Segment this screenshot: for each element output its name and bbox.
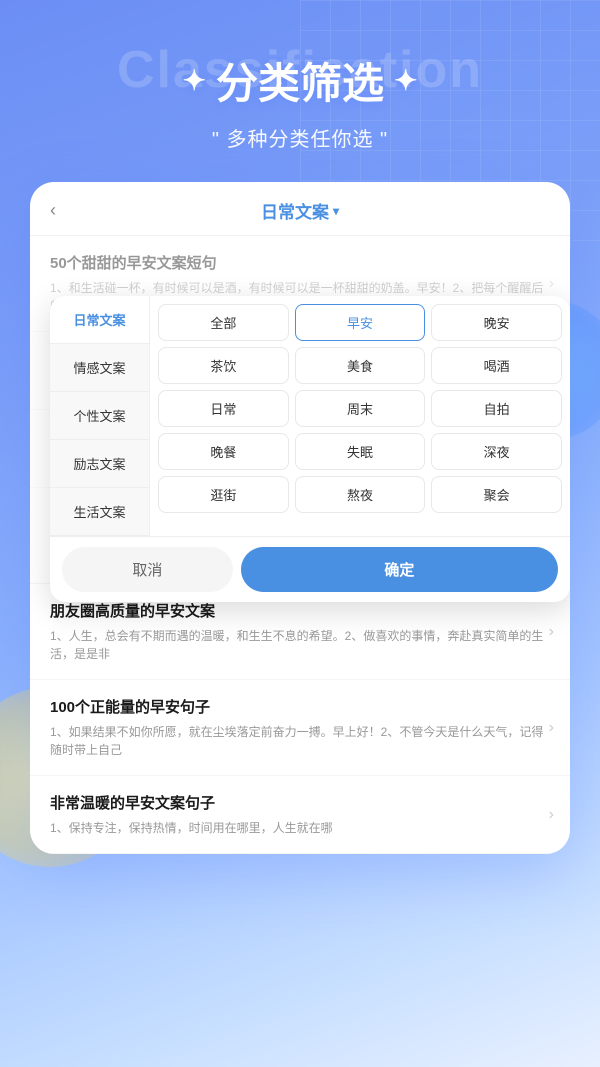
- filter-tag[interactable]: 聚会: [431, 476, 562, 513]
- filter-overlay: 日常文案情感文案个性文案励志文案生活文案 全部早安晚安茶饮美食喝酒日常周末自拍晚…: [50, 296, 570, 602]
- filter-tags-area: 全部早安晚安茶饮美食喝酒日常周末自拍晚餐失眠深夜逛街熬夜聚会: [150, 296, 570, 536]
- list-item-arrow-icon: ›: [549, 719, 554, 737]
- subtitle-text: " 多种分类任你选 ": [20, 123, 580, 152]
- list-item-title: 非常温暖的早安文案句子: [50, 792, 550, 813]
- filter-tag[interactable]: 失眠: [295, 433, 426, 470]
- filter-category-item[interactable]: 励志文案: [50, 440, 149, 488]
- filter-tag[interactable]: 自拍: [431, 390, 562, 427]
- filter-tag[interactable]: 逛街: [158, 476, 289, 513]
- cancel-button[interactable]: 取消: [62, 547, 233, 592]
- card-header: ‹ 日常文案 ▾: [30, 182, 570, 236]
- filter-tag[interactable]: 晚餐: [158, 433, 289, 470]
- back-button[interactable]: ‹: [50, 200, 56, 221]
- list-item[interactable]: 100个正能量的早安句子 1、如果结果不如你所愿，就在尘埃落定前奋力一搏。早上好…: [30, 680, 570, 776]
- filter-category-item[interactable]: 生活文案: [50, 488, 149, 536]
- filter-tag[interactable]: 美食: [295, 347, 426, 384]
- card-title-text: 日常文案: [261, 198, 329, 223]
- filter-tag[interactable]: 茶饮: [158, 347, 289, 384]
- title-text: 分类筛选: [216, 50, 384, 111]
- card-title-arrow-icon[interactable]: ▾: [333, 204, 339, 218]
- filter-tag[interactable]: 深夜: [431, 433, 562, 470]
- filter-category-item[interactable]: 情感文案: [50, 344, 149, 392]
- list-item-arrow-icon: ›: [549, 623, 554, 641]
- filter-tag[interactable]: 日常: [158, 390, 289, 427]
- filter-tag[interactable]: 全部: [158, 304, 289, 341]
- filter-body: 日常文案情感文案个性文案励志文案生活文案 全部早安晚安茶饮美食喝酒日常周末自拍晚…: [50, 296, 570, 536]
- list-item-desc: 1、如果结果不如你所愿，就在尘埃落定前奋力一搏。早上好！2、不管今天是什么天气，…: [50, 723, 550, 759]
- sparkle-right-icon: ✦: [394, 64, 417, 97]
- list-item-arrow-icon: ›: [549, 806, 554, 824]
- card-body: 50个甜甜的早安文案短句 1、和生活碰一杯，有时候可以是酒，有时候可以是一杯甜甜…: [30, 236, 570, 854]
- filter-actions: 取消 确定: [50, 536, 570, 602]
- sparkle-left-icon: ✦: [183, 64, 206, 97]
- phone-card: ‹ 日常文案 ▾ 50个甜甜的早安文案短句 1、和生活碰一杯，有时候可以是酒，有…: [30, 182, 570, 854]
- list-item-desc: 1、人生，总会有不期而遇的温暖，和生生不息的希望。2、做喜欢的事情，奔赴真实简单…: [50, 627, 550, 663]
- filter-category-item[interactable]: 日常文案: [50, 296, 149, 344]
- filter-tag[interactable]: 周末: [295, 390, 426, 427]
- confirm-button[interactable]: 确定: [241, 547, 558, 592]
- filter-tag[interactable]: 早安: [295, 304, 426, 341]
- filter-tag[interactable]: 熬夜: [295, 476, 426, 513]
- filter-tag[interactable]: 晚安: [431, 304, 562, 341]
- list-item-title: 50个甜甜的早安文案短句: [50, 252, 550, 273]
- filter-categories: 日常文案情感文案个性文案励志文案生活文案: [50, 296, 150, 536]
- list-item-title: 100个正能量的早安句子: [50, 696, 550, 717]
- list-item[interactable]: 非常温暖的早安文案句子 1、保持专注，保持热情，时间用在哪里，人生就在哪 ›: [30, 776, 570, 854]
- header-section: Classification ✦ 分类筛选 ✦ " 多种分类任你选 ": [0, 0, 600, 182]
- list-item-desc: 1、保持专注，保持热情，时间用在哪里，人生就在哪: [50, 819, 550, 837]
- list-item-title: 朋友圈高质量的早安文案: [50, 600, 550, 621]
- list-item-arrow-icon: ›: [549, 275, 554, 293]
- card-title-area: 日常文案 ▾: [261, 198, 339, 223]
- filter-category-item[interactable]: 个性文案: [50, 392, 149, 440]
- filter-tag[interactable]: 喝酒: [431, 347, 562, 384]
- page-title: ✦ 分类筛选 ✦: [20, 50, 580, 111]
